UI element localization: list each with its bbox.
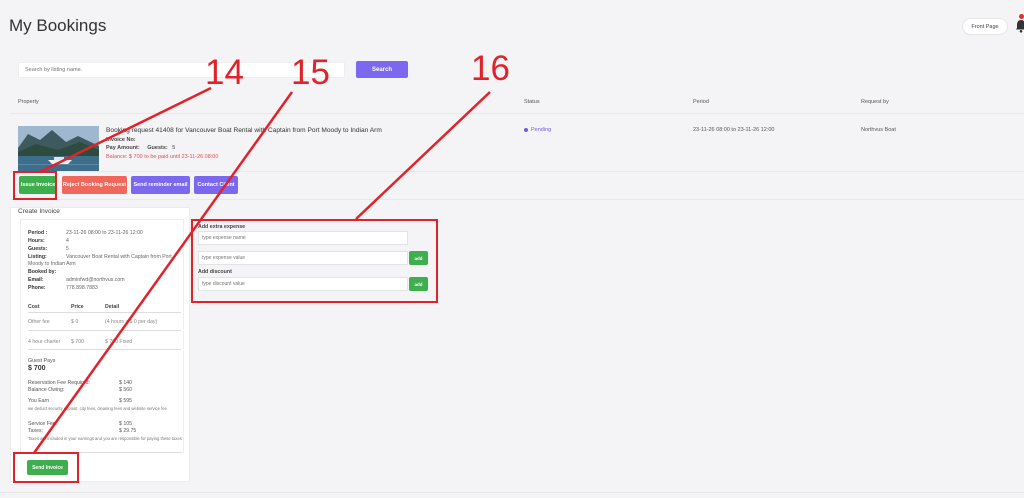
period-label: Period : <box>28 230 48 236</box>
hours-label: Hours: <box>28 238 45 244</box>
row-divider <box>10 171 1024 172</box>
guest-pays-label: Guest Pays <box>28 358 56 364</box>
booked-by-label: Booked by: <box>28 269 57 275</box>
period-value: 23-11-26 08:00 to 23-11-26 12:00 <box>66 230 143 236</box>
invoice-number: Invoice No: <box>106 137 136 143</box>
annotation-label-15: 15 <box>291 53 330 92</box>
reject-booking-button[interactable]: Reject Booking Request <box>62 176 127 194</box>
search-button[interactable]: Search <box>356 61 408 78</box>
tax-note: Taxes are included in your earnings and … <box>28 436 182 441</box>
create-invoice-title: Create Invoice <box>18 208 60 215</box>
status-dot-icon <box>524 128 528 132</box>
cost-row-1-price: $ 700 <box>71 339 84 345</box>
footer-divider <box>0 492 1024 493</box>
actions-divider <box>10 199 1024 200</box>
notification-badge <box>1019 14 1024 19</box>
annotation-box-extras <box>191 219 438 303</box>
cost-row-1-detail: $ 700 Fixed <box>105 339 133 345</box>
service-fee-value: $ 105 <box>119 421 132 427</box>
bell-icon[interactable] <box>1015 19 1024 33</box>
listing-label: Listing: <box>28 254 47 260</box>
reservation-fee-value: $ 140 <box>119 380 132 386</box>
guests-value: 5 <box>172 145 176 151</box>
front-page-button[interactable]: Front Page <box>962 18 1008 35</box>
cost-row-1-cost: 4 hour charter <box>28 339 61 345</box>
column-header-property: Property <box>18 99 39 105</box>
booking-title[interactable]: Booking request 41408 for Vancouver Boat… <box>106 127 382 134</box>
contact-client-button[interactable]: Contact Client <box>194 176 238 194</box>
column-header-period: Period <box>693 99 709 105</box>
email-label: Email: <box>28 277 44 283</box>
column-header-status: Status <box>524 99 540 105</box>
price-header: Price <box>71 304 84 310</box>
send-reminder-button[interactable]: Send reminder email <box>131 176 190 194</box>
cost-row-0-price: $ 0 <box>71 319 79 325</box>
top-bar <box>0 0 1024 50</box>
cost-row-0-detail: (4 hours x $ 0 per day) <box>105 319 158 325</box>
cost-header: Cost <box>28 304 40 310</box>
guest-pays-value: $ 700 <box>28 365 46 372</box>
table-divider <box>10 113 1024 114</box>
requested-by: Northvus Boat <box>861 127 896 133</box>
taxes-label: Taxes: <box>28 428 43 434</box>
property-thumbnail[interactable] <box>18 126 99 171</box>
pay-amount-label: Pay Amount: <box>106 145 140 151</box>
balance-owing-label: Balance Owing: <box>28 387 65 393</box>
listing-value-continued: Moody to Indian Arm <box>28 261 76 267</box>
phone-label: Phone: <box>28 285 46 291</box>
status-badge: Pending <box>524 127 551 133</box>
guests-label: Guests: <box>28 246 48 252</box>
email-value: adminfwd@northvus.com <box>66 277 125 283</box>
you-earn-label: You Earn <box>28 398 50 404</box>
service-fee-label: Service Fee: <box>28 421 58 427</box>
balance-owing-value: $ 560 <box>119 387 132 393</box>
balance-text: Balance: $ 700 to be paid until 23-11-26… <box>106 154 219 160</box>
annotation-box-issue-invoice <box>13 171 57 200</box>
guests-value: 5 <box>66 246 69 252</box>
earn-note: we deduct security deposit, city fees, c… <box>28 406 167 411</box>
column-header-request-by: Request by <box>861 99 889 105</box>
booking-period: 23-11-26 08:00 to 23-11-26 12:00 <box>693 127 775 133</box>
pay-amount-line: Pay Amount: Guests: 5 <box>106 145 175 151</box>
you-earn-value: $ 595 <box>119 398 132 404</box>
page-title: My Bookings <box>9 16 107 35</box>
taxes-value: $ 29.75 <box>119 428 137 434</box>
annotation-label-16: 16 <box>471 49 510 88</box>
phone-value: 778.898.7883 <box>66 285 98 291</box>
cost-table-divider <box>28 349 181 350</box>
listing-value: Vancouver Boat Rental with Captain from … <box>66 254 172 260</box>
cost-table-divider <box>28 330 181 331</box>
guests-label: Guests: <box>147 145 168 151</box>
detail-header: Detail <box>105 304 120 310</box>
annotation-label-14: 14 <box>205 53 244 92</box>
cost-table-divider <box>28 312 181 313</box>
annotation-box-send-invoice <box>13 452 79 483</box>
cost-row-0-cost: Other fee <box>28 319 50 325</box>
hours-value: 4 <box>66 238 69 244</box>
reservation-fee-label: Reservation Fee Required: <box>28 380 90 386</box>
